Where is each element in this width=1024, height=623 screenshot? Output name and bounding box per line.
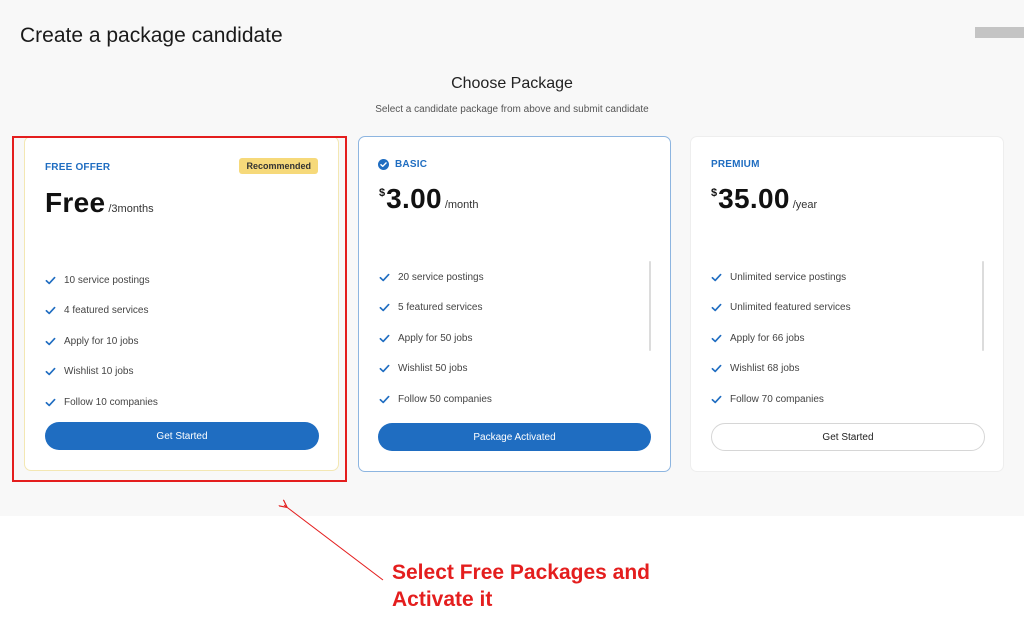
feature-item: 5 featured services [379,293,492,324]
plan-name: BASIC [395,159,428,170]
annotation-line-1: Select Free Packages and [392,561,650,584]
feature-item: Unlimited featured services [711,293,851,324]
check-icon [379,273,390,282]
feature-list: Unlimited service postings Unlimited fea… [711,262,851,415]
price-period: /month [444,199,479,211]
feature-label: Wishlist 68 jobs [730,363,800,375]
page-title: Create a package candidate [20,24,283,47]
feature-item: Apply for 66 jobs [711,323,851,354]
feature-list: 20 service postings 5 featured services … [379,262,492,415]
section-subtitle: Select a candidate package from above an… [375,104,649,115]
check-icon [711,334,722,343]
feature-label: Follow 50 companies [398,393,492,405]
check-icon [711,395,722,404]
get-started-button[interactable]: Get Started [711,423,985,451]
plan-card-premium: PREMIUM $35.00/year Unlimited service po… [690,136,1004,472]
plan-price: $3.00/month [379,183,478,215]
feature-item: Wishlist 50 jobs [379,354,492,385]
feature-label: Follow 70 companies [730,393,824,405]
price-currency: $ [379,187,386,199]
check-icon [379,303,390,312]
check-icon [379,364,390,373]
section-title: Choose Package [451,75,573,92]
feature-item: Apply for 50 jobs [379,323,492,354]
annotation-line-2: Activate it [392,588,493,611]
plan-card-basic: BASIC $3.00/month 20 service postings 5 … [358,136,671,472]
price-currency: $ [711,187,718,199]
annotation-text: Select Free Packages and Activate it [392,559,732,613]
feature-label: Apply for 50 jobs [398,332,473,344]
feature-item: Wishlist 68 jobs [711,354,851,385]
feature-item: 20 service postings [379,262,492,293]
check-icon [379,395,390,404]
feature-item: Follow 70 companies [711,384,851,415]
feature-label: Unlimited service postings [730,271,847,283]
feature-item: Follow 50 companies [379,384,492,415]
plan-price: $35.00/year [711,183,817,215]
feature-label: 20 service postings [398,271,484,283]
plan-name: PREMIUM [711,159,760,170]
feature-label: Unlimited featured services [730,302,851,314]
check-circle-icon [378,159,389,170]
check-icon [711,303,722,312]
price-amount: 35.00 [718,183,790,214]
feature-scrollbar[interactable] [982,261,984,351]
feature-label: Apply for 66 jobs [730,332,805,344]
check-icon [711,364,722,373]
price-period: /year [792,199,818,211]
feature-label: 5 featured services [398,302,483,314]
check-icon [711,273,722,282]
feature-label: Wishlist 50 jobs [398,363,468,375]
package-activated-button[interactable]: Package Activated [378,423,651,451]
feature-item: Unlimited service postings [711,262,851,293]
scrollbar-thumb[interactable] [975,27,1024,38]
highlight-box [12,136,347,482]
price-amount: 3.00 [386,183,442,214]
feature-scrollbar[interactable] [649,261,651,351]
check-icon [379,334,390,343]
